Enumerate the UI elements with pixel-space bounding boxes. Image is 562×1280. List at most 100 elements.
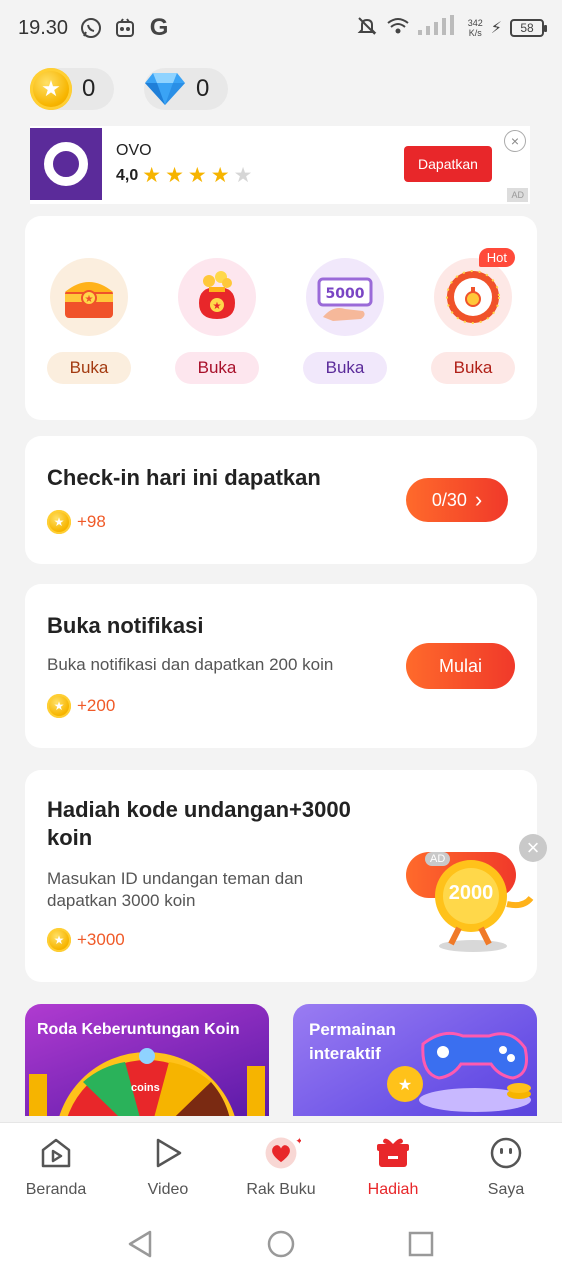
star-icon: ★ <box>142 164 162 187</box>
checkin-progress-button[interactable]: 0/30 › <box>406 478 508 522</box>
invite-reward: ★ +3000 <box>47 928 125 952</box>
chevron-right-icon: › <box>474 487 483 512</box>
checkin-title: Check-in hari ini dapatkan <box>47 465 321 490</box>
nav-label-hadiah: Hadiah <box>367 1181 419 1198</box>
nav-label-rak-buku: Rak Buku <box>246 1181 316 1198</box>
signal-icon <box>417 14 460 42</box>
diamond-count: 0 <box>196 75 210 102</box>
wifi-icon <box>386 15 410 42</box>
status-bar: 19.30 G 342 K/s ⚡ 58 <box>0 0 562 56</box>
nav-label-video: Video <box>147 1181 189 1198</box>
coin-mascot: 2000 <box>403 854 535 954</box>
system-nav-bar <box>0 1210 562 1280</box>
bottom-nav: Beranda Video ✦ Rak Buku Hadiah Saya <box>0 1122 562 1210</box>
open-wheel-button[interactable]: Buka <box>431 352 515 384</box>
diamond-icon <box>144 68 186 110</box>
nav-label-saya: Saya <box>487 1181 525 1198</box>
recents-square-icon[interactable] <box>405 1228 437 1260</box>
notification-description: Buka notifikasi dan dapatkan 200 koin <box>47 655 334 674</box>
svg-text:★: ★ <box>213 301 222 312</box>
invite-card: Hadiah kode undangan+3000 koin Masukan I… <box>25 770 547 982</box>
money-bag-icon: ★ <box>178 258 256 336</box>
ad-rating-value: 4,0 <box>116 167 139 184</box>
reward-box-chest[interactable]: ★ Buka <box>47 258 131 386</box>
notification-card: Buka notifikasi Buka notifikasi dan dapa… <box>25 584 537 748</box>
checkin-card: Check-in hari ini dapatkan ★ +98 0/30 › <box>25 436 537 564</box>
nav-label-beranda: Beranda <box>25 1181 87 1198</box>
ad-install-button[interactable]: Dapatkan <box>404 146 492 182</box>
wheel-illustration <box>29 1048 265 1116</box>
invite-title-line2: koin <box>47 825 93 850</box>
notification-reward-value: +200 <box>77 696 116 715</box>
open-bag-button[interactable]: Buka <box>175 352 259 384</box>
ad-close-icon[interactable]: × <box>504 130 526 152</box>
net-speed-unit: K/s <box>468 28 482 38</box>
ad-app-name: OVO <box>116 142 152 159</box>
ovo-logo <box>30 128 102 200</box>
notification-reward: ★ +200 <box>47 694 115 718</box>
interactive-game-banner[interactable]: Permainan interaktif ★ <box>293 1004 537 1116</box>
treasure-chest-icon: ★ <box>50 258 128 336</box>
reward-box-wheel[interactable]: Buka <box>431 258 515 386</box>
nav-item-rak-buku[interactable]: ✦ Rak Buku <box>231 1133 331 1199</box>
reward-box-bag[interactable]: ★ Buka <box>175 258 259 386</box>
reward-box-voucher[interactable]: 5000 Buka <box>303 258 387 386</box>
home-circle-icon[interactable] <box>265 1228 297 1260</box>
invite-description: Masukan ID undangan teman dan dapatkan 3… <box>47 868 303 912</box>
invite-ad-close-icon[interactable]: × <box>519 834 547 862</box>
app-notification-icon <box>112 15 138 41</box>
star-icon: ★ <box>210 164 230 187</box>
whatsapp-icon <box>78 15 104 41</box>
battery-icon: 58 <box>510 19 547 37</box>
battery-level: 58 <box>520 21 534 35</box>
svg-text:✦: ✦ <box>296 1137 301 1147</box>
checkin-progress: 0/30 <box>431 489 467 510</box>
coin-icon: ★ <box>30 68 72 110</box>
star-icon: ★ <box>165 164 184 187</box>
invite-title-line1: Hadiah kode undangan+3000 <box>47 797 351 822</box>
google-icon: G <box>149 14 169 41</box>
wheel-label: coins <box>131 1082 160 1094</box>
nav-item-hadiah[interactable]: Hadiah <box>343 1133 443 1199</box>
start-notification-button[interactable]: Mulai <box>406 643 515 689</box>
star-icon: ★ <box>187 164 207 187</box>
invite-desc-line2: dapatkan 3000 koin <box>47 891 196 910</box>
diamond-balance[interactable]: 0 <box>144 68 228 110</box>
invite-desc-line1: Masukan ID undangan teman dan <box>47 869 304 888</box>
coin-count: 0 <box>82 75 96 102</box>
checkin-reward: ★ +98 <box>47 510 106 534</box>
open-voucher-button[interactable]: Buka <box>303 352 387 384</box>
home-play-icon <box>36 1133 76 1173</box>
reward-boxes-card: ★ Buka ★ Buka 5000 Buka Buka Hot <box>25 216 537 420</box>
charging-icon: ⚡ <box>490 20 502 37</box>
invite-title: Hadiah kode undangan+3000 koin <box>47 796 351 852</box>
gift-icon <box>373 1133 413 1173</box>
star-empty-icon: ★ <box>233 164 253 187</box>
invite-reward-value: +3000 <box>77 930 125 949</box>
nav-item-saya[interactable]: Saya <box>456 1133 556 1199</box>
open-chest-button[interactable]: Buka <box>47 352 131 384</box>
mute-bell-icon <box>356 15 378 42</box>
coin-icon: ★ <box>47 510 71 534</box>
mascot-value: 2000 <box>448 882 494 904</box>
status-time: 19.30 <box>18 16 69 39</box>
nav-item-video[interactable]: Video <box>118 1133 218 1199</box>
notification-title: Buka notifikasi <box>47 613 204 638</box>
gamepad-illustration: ★ <box>387 1031 531 1112</box>
lucky-wheel-banner[interactable]: Roda Keberuntungan Koin coins <box>25 1004 269 1116</box>
coin-balance[interactable]: ★ 0 <box>30 68 114 110</box>
back-icon[interactable] <box>124 1228 156 1260</box>
voucher-amount: 5000 <box>326 286 365 302</box>
coin-icon: ★ <box>47 928 71 952</box>
wallet: ★ 0 0 <box>30 68 228 110</box>
coin-icon: ★ <box>47 694 71 718</box>
lucky-wheel-icon <box>434 258 512 336</box>
net-speed: 342 K/s <box>468 18 483 38</box>
voucher-5000-icon: 5000 <box>306 258 384 336</box>
bookshelf-heart-icon: ✦ <box>261 1133 301 1173</box>
ad-rating: 4,0 ★ ★ ★ ★ ★ <box>116 164 253 187</box>
nav-item-beranda[interactable]: Beranda <box>6 1133 106 1199</box>
ad-banner[interactable]: OVO 4,0 ★ ★ ★ ★ ★ Dapatkan × AD <box>30 126 530 204</box>
net-speed-value: 342 <box>467 18 483 28</box>
checkin-reward-value: +98 <box>77 512 106 531</box>
